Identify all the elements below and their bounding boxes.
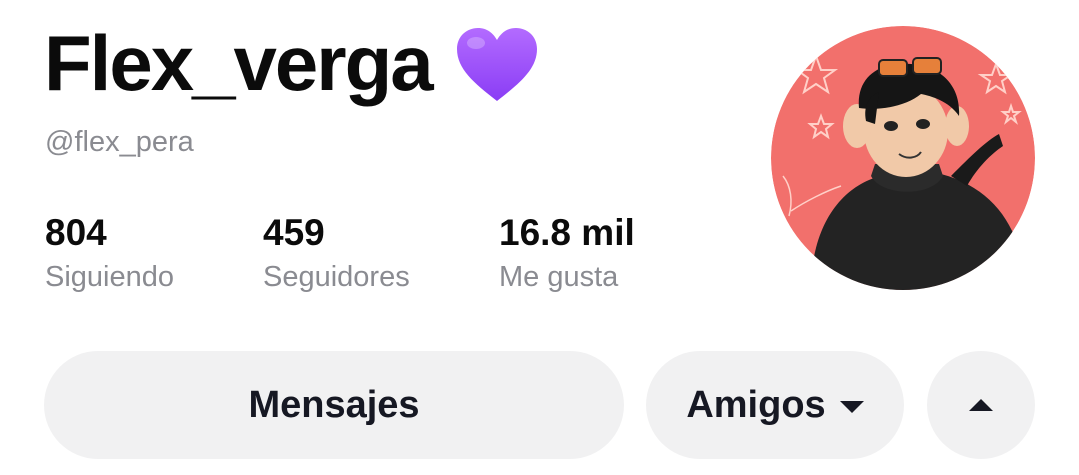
- caret-down-icon: [839, 401, 864, 413]
- purple-heart-icon: [456, 28, 537, 101]
- messages-button-label: Mensajes: [248, 383, 420, 426]
- username-handle: @flex_pera: [45, 126, 194, 158]
- following-count: 804: [45, 212, 107, 253]
- display-name-row: Flex_verga: [44, 22, 540, 104]
- stat-following[interactable]: 804 Siguiendo: [45, 212, 174, 296]
- avatar[interactable]: [771, 26, 1035, 290]
- followers-label: Seguidores: [263, 261, 410, 293]
- followers-count: 459: [263, 212, 325, 253]
- friends-button-label: Amigos: [686, 383, 826, 426]
- likes-label: Me gusta: [499, 261, 619, 293]
- stat-likes[interactable]: 16.8 mil Me gusta: [499, 212, 635, 296]
- messages-button[interactable]: Mensajes: [44, 351, 624, 459]
- stat-followers[interactable]: 459 Seguidores: [263, 212, 410, 296]
- likes-count: 16.8 mil: [499, 212, 635, 253]
- following-label: Siguiendo: [45, 261, 174, 293]
- more-button[interactable]: [927, 351, 1035, 459]
- profile-avatar-illustration: [771, 26, 1035, 290]
- caret-up-icon: [969, 399, 993, 411]
- display-name: Flex_verga: [44, 19, 434, 107]
- friends-button[interactable]: Amigos: [646, 351, 904, 459]
